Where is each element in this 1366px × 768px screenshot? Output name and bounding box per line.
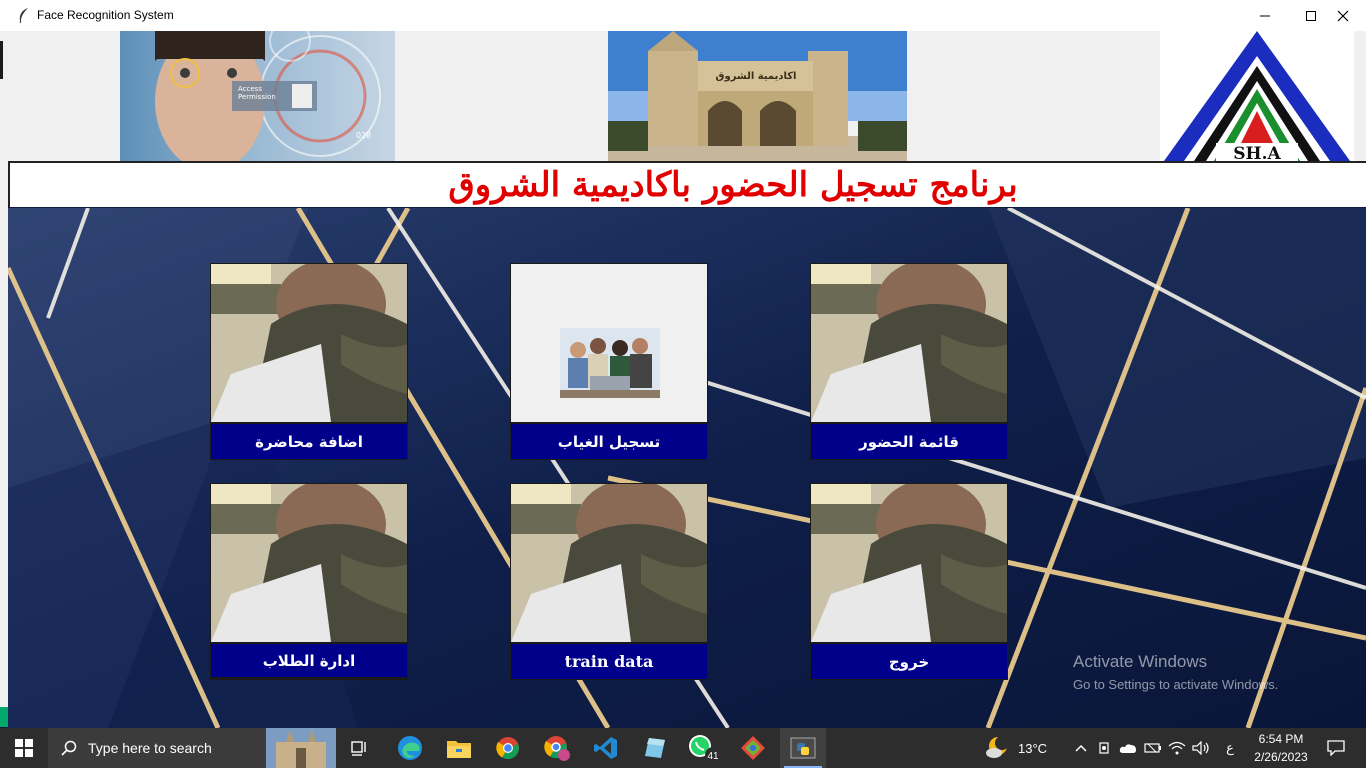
train-data-label: train data	[511, 644, 707, 679]
chrome-icon	[496, 737, 519, 760]
search-placeholder: Type here to search	[88, 740, 212, 756]
minimize-button[interactable]	[1242, 0, 1288, 31]
attendance-list-button[interactable]: قائمة الحضور	[810, 263, 1008, 460]
start-button[interactable]	[0, 728, 48, 768]
search-icon	[61, 740, 77, 756]
cloud-icon	[1119, 744, 1136, 753]
input-language-label: ع	[1226, 740, 1234, 755]
weather-moon-cloud-icon	[986, 736, 1009, 758]
show-hidden-icons-button[interactable]	[1070, 728, 1092, 768]
weather-temp: 13°C	[1018, 740, 1048, 756]
network-button[interactable]	[1166, 728, 1188, 768]
taskbar: Type here to search 41 13°C ع 6:54 PM 2/…	[0, 728, 1366, 768]
git-app-button[interactable]	[731, 728, 775, 768]
activate-windows-subtitle: Go to Settings to activate Windows.	[1073, 677, 1279, 692]
whatsapp-button[interactable]: 41	[682, 728, 726, 768]
add-lecture-button[interactable]: اضافة محاضرة	[210, 263, 408, 460]
search-box[interactable]: Type here to search	[48, 728, 336, 768]
woman-photo-image	[511, 484, 707, 642]
close-icon	[1337, 10, 1349, 21]
input-language-button[interactable]: ع	[1218, 728, 1242, 768]
task-view-icon	[351, 741, 366, 756]
clock-time: 6:54 PM	[1258, 732, 1304, 746]
exit-label: خروج	[811, 644, 1007, 679]
woman-photo-image	[211, 264, 407, 422]
face-code-label: 028	[356, 131, 371, 140]
meet-now-button[interactable]	[1094, 728, 1114, 768]
manage-students-button[interactable]: ادارة الطلاب	[210, 483, 408, 680]
record-absence-label: تسجيل الغياب	[511, 424, 707, 459]
feather-app-icon	[19, 8, 28, 23]
access-card-line2: Permission	[238, 93, 276, 101]
vscode-button[interactable]	[584, 728, 628, 768]
battery-button[interactable]	[1142, 728, 1164, 768]
face-recognition-image: Access Permission 028	[120, 31, 395, 161]
battery-icon	[1144, 743, 1161, 753]
attendance-list-label: قائمة الحضور	[811, 424, 1007, 459]
notification-icon	[1327, 740, 1345, 756]
exit-button[interactable]: خروج	[810, 483, 1008, 680]
edge-browser-icon	[398, 736, 422, 760]
python-app-button[interactable]	[780, 728, 826, 768]
chrome-profile-button[interactable]	[535, 728, 579, 768]
woman-photo-image	[811, 264, 1007, 422]
vscode-icon	[594, 737, 617, 759]
edge-button[interactable]	[388, 728, 432, 768]
woman-photo-image	[811, 484, 1007, 642]
gate-sign-text: اكاديمية الشروق	[716, 71, 797, 82]
woman-photo-image	[211, 484, 407, 642]
onedrive-button[interactable]	[1116, 728, 1140, 768]
window-left-edge	[0, 31, 8, 707]
camera-icon	[1099, 742, 1109, 754]
maximize-icon	[1306, 10, 1316, 21]
manage-students-label: ادارة الطلاب	[211, 644, 407, 677]
record-absence-button[interactable]: تسجيل الغياب	[510, 263, 708, 460]
notes-app-button[interactable]	[633, 728, 677, 768]
title-banner: برنامج تسجيل الحضور باكاديمية الشروق	[8, 161, 1366, 207]
sha-logo: SH.A	[1160, 31, 1354, 161]
chevron-up-icon	[1075, 744, 1087, 752]
file-explorer-button[interactable]	[437, 728, 481, 768]
cathedral-search-highlight-icon	[266, 728, 336, 768]
git-app-icon	[741, 736, 765, 760]
clock-date: 2/26/2023	[1254, 750, 1308, 764]
academy-gate-image: اكاديمية الشروق	[608, 31, 907, 161]
close-button[interactable]	[1320, 0, 1366, 31]
whatsapp-icon: 41	[689, 735, 721, 763]
window-title: Face Recognition System	[37, 8, 174, 22]
add-lecture-label: اضافة محاضرة	[211, 424, 407, 459]
access-card-line1: Access	[238, 85, 262, 93]
chrome-button[interactable]	[486, 728, 530, 768]
notes-app-icon	[645, 738, 665, 758]
speaker-icon	[1192, 741, 1209, 755]
notifications-button[interactable]	[1318, 728, 1354, 768]
python-window-icon	[790, 737, 816, 759]
students-laptop-image	[560, 328, 660, 398]
task-view-button[interactable]	[344, 728, 376, 768]
window-titlebar: Face Recognition System	[0, 0, 1366, 32]
side-accent	[0, 707, 8, 727]
volume-button[interactable]	[1190, 728, 1212, 768]
weather-widget[interactable]: 13°C	[984, 728, 1060, 768]
whatsapp-badge: 41	[707, 751, 719, 762]
minimize-icon	[1260, 15, 1270, 16]
wifi-icon	[1168, 741, 1186, 755]
activate-windows-title: Activate Windows	[1073, 652, 1208, 671]
clock[interactable]: 6:54 PM 2/26/2023	[1248, 730, 1314, 766]
train-data-button[interactable]: train data	[510, 483, 708, 680]
logo-text: SH.A	[1233, 144, 1281, 161]
page-title: برنامج تسجيل الحضور باكاديمية الشروق	[448, 165, 1018, 205]
folder-icon	[447, 741, 471, 758]
chrome-profile-icon	[544, 736, 570, 761]
windows-logo-icon	[15, 739, 33, 757]
tile-image-area	[511, 264, 707, 422]
